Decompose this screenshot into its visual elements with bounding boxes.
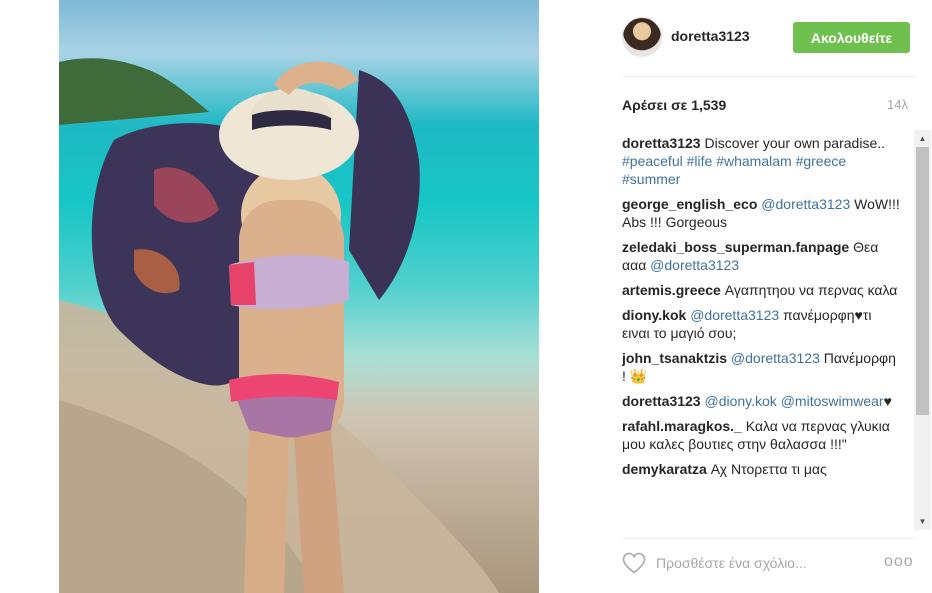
comment-username[interactable]: demykaratza	[622, 461, 707, 477]
comment-item: doretta3123 @diony.kok @mitoswimwear♥	[622, 392, 902, 410]
post-age[interactable]: 14λ	[887, 97, 908, 112]
mention-link[interactable]: @doretta3123	[731, 350, 820, 366]
hashtag-link[interactable]: #whamalam	[716, 153, 791, 169]
hashtag-link[interactable]: #greece	[796, 153, 847, 169]
post-sidebar: doretta3123 Ακολουθείτε Αρέσει σε 1,539 …	[606, 0, 932, 593]
comment-username[interactable]: rafahl.maragkos._	[622, 418, 742, 434]
comment-username[interactable]: doretta3123	[622, 393, 701, 409]
scrollbar-thumb[interactable]	[916, 147, 929, 415]
comment-text: ♥	[883, 393, 892, 409]
likes-count[interactable]: Αρέσει σε 1,539	[622, 97, 726, 113]
mention-link[interactable]: @mitoswimwear	[781, 393, 884, 409]
hashtag-link[interactable]: #summer	[622, 171, 680, 187]
post-photo[interactable]	[59, 0, 539, 593]
comment-username[interactable]: diony.kok	[622, 307, 686, 323]
username-link[interactable]: doretta3123	[671, 28, 750, 44]
avatar[interactable]	[622, 17, 662, 57]
comment-item: artemis.greece Αγαπητηου να περνας καλα	[622, 281, 902, 299]
hashtag-link[interactable]: #peaceful	[622, 153, 683, 169]
mention-link[interactable]: @doretta3123	[690, 307, 779, 323]
comment-username[interactable]: doretta3123	[622, 135, 701, 151]
comments-scrollbar[interactable]: ▲ ▼	[914, 130, 931, 530]
comment-text: Discover your own paradise..	[700, 135, 886, 151]
mention-link[interactable]: @doretta3123	[650, 257, 739, 273]
header-divider	[622, 76, 916, 77]
more-options-icon[interactable]: ooo	[884, 553, 914, 571]
comment-input[interactable]	[656, 552, 846, 574]
comment-item: rafahl.maragkos._ Καλα να περνας γλυκια …	[622, 417, 902, 453]
comment-item: zeledaki_boss_superman.fanpage Θεα ααα @…	[622, 238, 902, 274]
footer-divider	[622, 538, 916, 539]
hashtag-link[interactable]: #life	[687, 153, 713, 169]
follow-button[interactable]: Ακολουθείτε	[793, 22, 910, 53]
comment-bar: ooo	[606, 540, 932, 590]
comment-username[interactable]: george_english_eco	[622, 196, 757, 212]
comment-username[interactable]: john_tsanaktzis	[622, 350, 727, 366]
comment-username[interactable]: zeledaki_boss_superman.fanpage	[622, 239, 849, 255]
mention-link[interactable]: @doretta3123	[761, 196, 850, 212]
comment-item: demykaratza Αχ Ντορεττα τι μας	[622, 460, 902, 478]
mention-link[interactable]: @diony.kok	[704, 393, 776, 409]
comment-username[interactable]: artemis.greece	[622, 282, 721, 298]
photo-illustration	[59, 58, 499, 593]
comments-list: doretta3123 Discover your own paradise..…	[622, 134, 902, 530]
comment-text: Αγαπητηου να περνας καλα	[720, 282, 898, 298]
comment-item: diony.kok @doretta3123 πανέμορφη♥τι εινα…	[622, 306, 902, 342]
scroll-up-icon[interactable]: ▲	[914, 130, 931, 147]
comment-item: john_tsanaktzis @doretta3123 Πανέμορφη !…	[622, 349, 902, 385]
heart-outline-icon[interactable]	[622, 552, 646, 574]
post-header: doretta3123 Ακολουθείτε	[606, 0, 932, 76]
comment-item: george_english_eco @doretta3123 WoW!!! A…	[622, 195, 902, 231]
comment-text: Αχ Ντορεττα τι μας	[706, 461, 827, 477]
scroll-down-icon[interactable]: ▼	[914, 513, 931, 530]
comment-item: doretta3123 Discover your own paradise..…	[622, 134, 902, 188]
